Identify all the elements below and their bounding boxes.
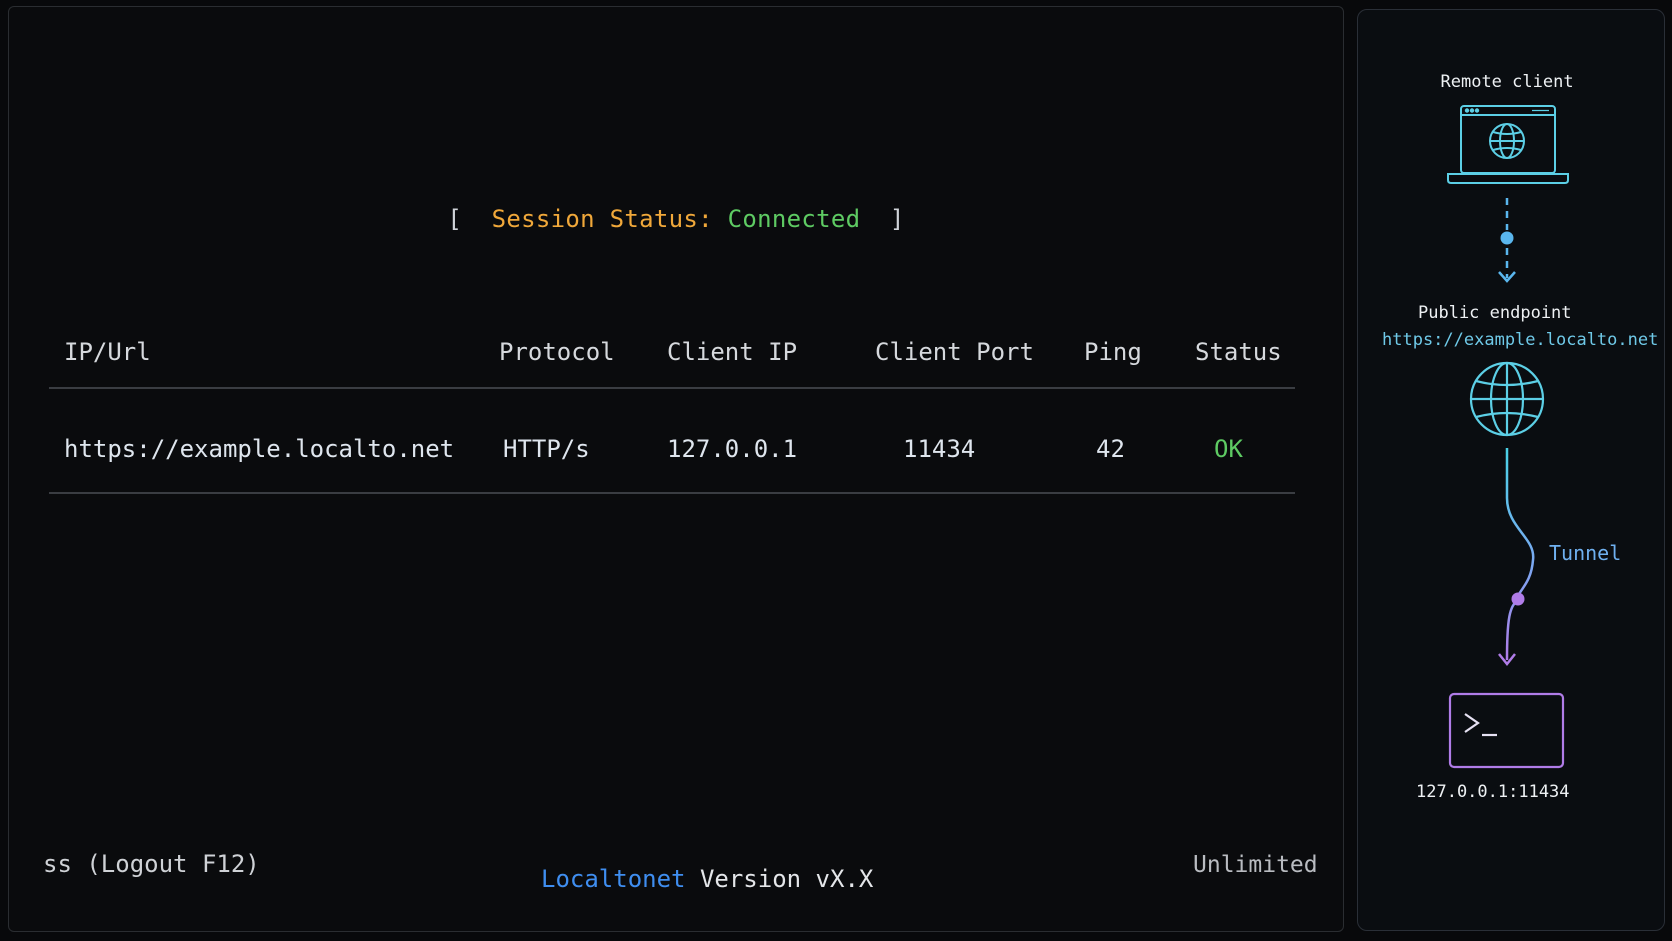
globe-icon <box>1469 361 1545 437</box>
tunnel-dot <box>1511 592 1525 606</box>
terminal-prompt-icon <box>1464 713 1497 737</box>
diagram-graphics <box>1447 105 1569 769</box>
connector-dot <box>1500 231 1514 245</box>
laptop-globe-icon <box>1447 105 1569 184</box>
tunnel-path <box>1498 448 1535 667</box>
